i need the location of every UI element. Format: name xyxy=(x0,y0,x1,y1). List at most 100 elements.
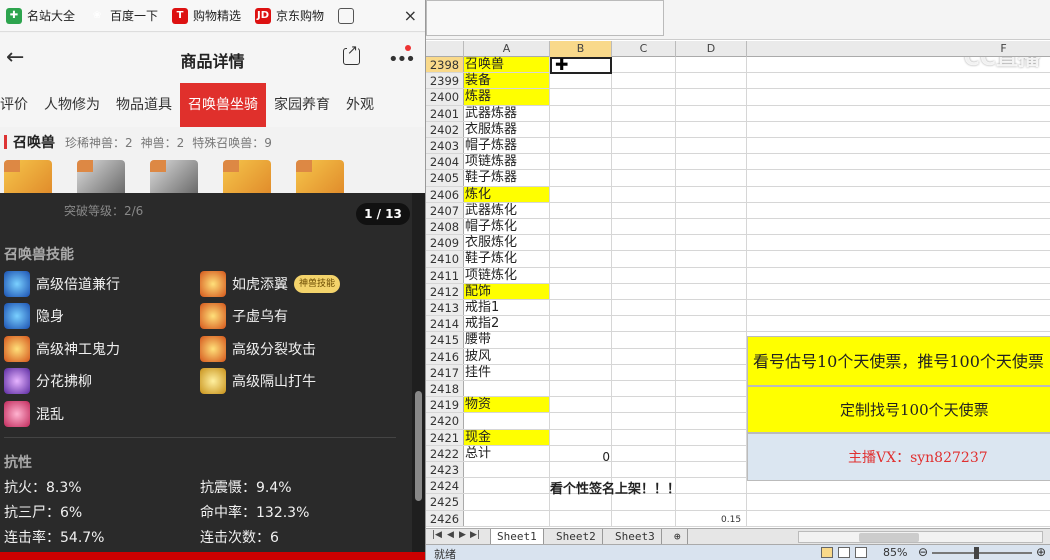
row-header[interactable]: 2411 xyxy=(426,267,464,283)
column-header-c[interactable]: C xyxy=(612,41,676,57)
sheet-tab-3[interactable]: Sheet3 xyxy=(609,529,662,545)
cell[interactable] xyxy=(676,348,747,364)
row-header[interactable]: 2399 xyxy=(426,73,464,89)
cell-b[interactable] xyxy=(550,397,612,413)
cell[interactable] xyxy=(612,219,676,235)
cell[interactable] xyxy=(612,138,676,154)
zoom-out-icon[interactable]: ⊖ xyxy=(918,545,928,559)
row-header[interactable]: 2409 xyxy=(426,235,464,251)
bookmark-file[interactable] xyxy=(338,7,359,24)
cell-b[interactable] xyxy=(550,186,612,202)
cell[interactable] xyxy=(612,381,676,397)
row-header[interactable]: 2403 xyxy=(426,138,464,154)
cell[interactable] xyxy=(676,235,747,251)
tab-summon-mount[interactable]: 召唤兽坐骑 xyxy=(180,83,266,127)
page-break-icon[interactable] xyxy=(855,547,867,558)
row-header[interactable]: 2398 xyxy=(426,57,464,73)
zoom-in-icon[interactable]: ⊕ xyxy=(1036,545,1046,559)
sheet-tab-2[interactable]: Sheet2 xyxy=(550,529,603,545)
cell-b[interactable] xyxy=(550,251,612,267)
cell[interactable] xyxy=(747,300,1050,315)
cell[interactable] xyxy=(676,316,747,332)
cell[interactable] xyxy=(676,186,747,202)
cell-a[interactable]: 披风 xyxy=(464,348,550,364)
row-header[interactable]: 2408 xyxy=(426,219,464,235)
cell[interactable] xyxy=(612,300,676,316)
cell[interactable] xyxy=(676,170,747,186)
cell-a[interactable] xyxy=(464,510,550,526)
cell-a[interactable]: 装备 xyxy=(464,73,550,89)
cell-2424-text[interactable]: 看个性签名上架！！！ xyxy=(550,482,680,498)
cell[interactable] xyxy=(676,381,747,397)
select-all-corner[interactable] xyxy=(426,41,464,57)
cell[interactable] xyxy=(612,510,676,526)
cell[interactable] xyxy=(612,73,676,89)
popup-scrollbar[interactable] xyxy=(412,193,425,560)
summon-avatar[interactable] xyxy=(150,160,198,196)
cell-a[interactable]: 现金 xyxy=(464,429,550,445)
cell[interactable] xyxy=(676,121,747,137)
cell[interactable] xyxy=(747,203,1050,218)
cell[interactable] xyxy=(676,445,747,461)
cell-b[interactable] xyxy=(550,364,612,380)
cell-a[interactable]: 武器炼器 xyxy=(464,105,550,121)
cell-b[interactable] xyxy=(550,510,612,526)
row-header[interactable]: 2420 xyxy=(426,413,464,429)
cell-a[interactable]: 戒指2 xyxy=(464,316,550,332)
cell[interactable] xyxy=(747,89,1050,104)
cell[interactable] xyxy=(747,284,1050,299)
skill-item[interactable]: 高级倍道兼行 xyxy=(4,271,120,297)
cell[interactable] xyxy=(612,332,676,348)
cell-b[interactable] xyxy=(550,235,612,251)
cell[interactable] xyxy=(747,494,1050,509)
cell[interactable] xyxy=(747,57,1050,72)
cell[interactable] xyxy=(676,251,747,267)
cell[interactable] xyxy=(747,106,1050,121)
summon-avatar[interactable] xyxy=(77,160,125,196)
cell-b[interactable] xyxy=(550,170,612,186)
cell[interactable] xyxy=(747,73,1050,88)
name-box[interactable] xyxy=(426,0,664,36)
next-sheet-icon[interactable]: ▶ xyxy=(459,530,466,540)
tab-items[interactable]: 物品道具 xyxy=(108,83,180,127)
row-header[interactable]: 2407 xyxy=(426,202,464,218)
cell-b[interactable] xyxy=(550,138,612,154)
cell[interactable] xyxy=(676,57,747,73)
cell[interactable] xyxy=(612,170,676,186)
row-header[interactable]: 2418 xyxy=(426,381,464,397)
cell-b[interactable] xyxy=(550,121,612,137)
cell-b[interactable] xyxy=(550,300,612,316)
merged-cell-price-info[interactable]: 看号估号10个天使票，推号100个天使票 xyxy=(747,336,1050,386)
cell[interactable] xyxy=(676,219,747,235)
cell[interactable] xyxy=(747,138,1050,153)
cell-b[interactable] xyxy=(550,332,612,348)
row-header[interactable]: 2405 xyxy=(426,170,464,186)
row-header[interactable]: 2416 xyxy=(426,348,464,364)
cell[interactable] xyxy=(612,121,676,137)
row-header[interactable]: 2402 xyxy=(426,121,464,137)
cell[interactable] xyxy=(612,186,676,202)
cell[interactable] xyxy=(612,154,676,170)
skill-item[interactable]: 混乱 xyxy=(4,401,64,427)
cell[interactable] xyxy=(612,429,676,445)
tab-character[interactable]: 人物修为 xyxy=(36,83,108,127)
row-header[interactable]: 2426 xyxy=(426,510,464,526)
cell[interactable] xyxy=(612,316,676,332)
cell-a[interactable]: 帽子炼化 xyxy=(464,219,550,235)
cell[interactable] xyxy=(747,170,1050,185)
first-sheet-icon[interactable]: |◀ xyxy=(432,530,442,540)
cell-a[interactable]: 武器炼化 xyxy=(464,202,550,218)
cell-b[interactable] xyxy=(550,267,612,283)
cell[interactable] xyxy=(612,202,676,218)
zoom-thumb[interactable] xyxy=(974,547,979,559)
cell[interactable] xyxy=(676,154,747,170)
prev-sheet-icon[interactable]: ◀ xyxy=(447,530,454,540)
cell[interactable] xyxy=(612,445,676,461)
row-header[interactable]: 2413 xyxy=(426,300,464,316)
cell-b[interactable] xyxy=(550,413,612,429)
cell[interactable] xyxy=(676,364,747,380)
cell-total-value[interactable]: 0 xyxy=(550,449,610,465)
cell[interactable] xyxy=(676,478,747,494)
row-header[interactable]: 2412 xyxy=(426,283,464,299)
cell[interactable] xyxy=(676,105,747,121)
